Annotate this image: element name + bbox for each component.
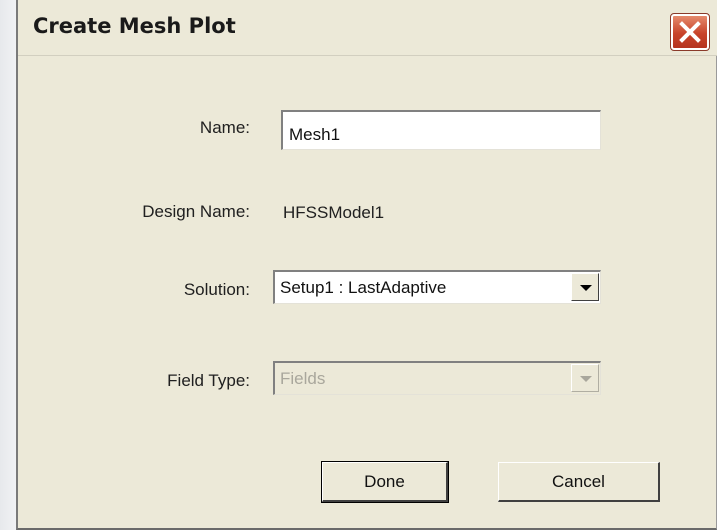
dialog-title: Create Mesh Plot: [33, 14, 236, 38]
solution-label: Solution:: [183, 280, 250, 299]
chevron-down-icon[interactable]: [571, 273, 599, 301]
solution-dropdown[interactable]: Setup1 : LastAdaptive: [273, 270, 601, 304]
field-type-selected-value: Fields: [280, 369, 326, 388]
cancel-button[interactable]: Cancel: [498, 462, 660, 502]
close-button[interactable]: [670, 13, 710, 51]
close-icon: [679, 21, 701, 43]
design-name-value: HFSSModel1: [283, 203, 385, 222]
name-input[interactable]: [281, 110, 601, 150]
create-mesh-plot-dialog: Create Mesh Plot Name: Design Name: HFSS…: [16, 0, 717, 530]
field-type-label: Field Type:: [167, 371, 250, 390]
solution-selected-value: Setup1 : LastAdaptive: [280, 278, 447, 297]
chevron-down-icon: [571, 364, 599, 392]
design-name-label: Design Name:: [142, 202, 250, 221]
field-type-dropdown: Fields: [273, 361, 601, 395]
done-button[interactable]: Done: [321, 461, 449, 503]
title-bar[interactable]: Create Mesh Plot: [18, 0, 717, 56]
name-label: Name:: [199, 118, 250, 137]
